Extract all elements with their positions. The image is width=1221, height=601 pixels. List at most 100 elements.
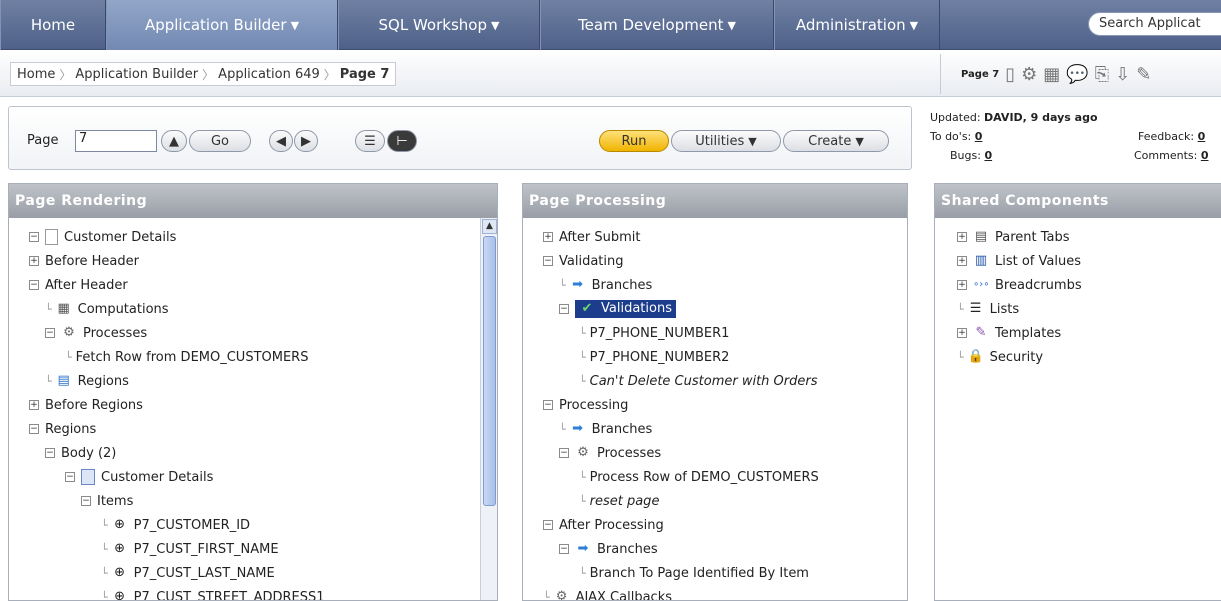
tree-node[interactable]: └ reset page — [579, 490, 659, 512]
tree-node[interactable]: └ ⚙ AJAX Callbacks — [543, 586, 672, 600]
expand-icon[interactable]: + — [957, 328, 967, 338]
list-of-values-icon: ▥ — [974, 253, 988, 268]
expand-icon[interactable]: + — [957, 280, 967, 290]
tree-view-button[interactable]: ⊢ — [387, 130, 417, 152]
breadcrumb-application-builder[interactable]: Application Builder — [75, 67, 198, 82]
next-page-button[interactable]: ▶ — [294, 130, 318, 152]
tree-node[interactable]: + ✎ Templates — [957, 322, 1061, 344]
tree-node[interactable]: + Before Regions — [29, 394, 143, 416]
tree-node[interactable]: └ P7_PHONE_NUMBER1 — [579, 322, 729, 344]
tab-application-builder[interactable]: Application Builder ▼ — [106, 0, 338, 50]
tree-node[interactable]: └ 🔒 Security — [957, 346, 1043, 368]
tree-node[interactable]: └ ⊕ P7_CUSTOMER_ID — [101, 514, 250, 536]
tree-node[interactable]: └ Can't Delete Customer with Orders — [579, 370, 818, 392]
tree-node[interactable]: − Body (2) — [45, 442, 116, 464]
collapse-icon[interactable]: − — [45, 448, 55, 458]
tree-node[interactable]: − ⚙ Processes — [45, 322, 147, 344]
tree-node[interactable]: − Regions — [29, 418, 96, 440]
go-button[interactable]: Go — [189, 130, 251, 152]
collapse-icon[interactable]: − — [45, 328, 55, 338]
breadcrumb-application[interactable]: Application 649 — [218, 67, 320, 82]
tree-node[interactable]: └ ▤ Regions — [45, 370, 129, 392]
feedback-link[interactable]: 0 — [1198, 130, 1206, 143]
tab-application-builder-label: Application Builder — [144, 16, 287, 34]
tree-node[interactable]: − ➡ Branches — [559, 538, 658, 560]
tree-node[interactable]: + ▤ Parent Tabs — [957, 226, 1070, 248]
scroll-up-icon[interactable]: ▲ — [482, 219, 497, 234]
selected-node[interactable]: ✔ Validations — [575, 300, 676, 318]
tree-node[interactable]: − Customer Details — [29, 226, 176, 248]
tree-node[interactable]: └ ➡ Branches — [559, 418, 652, 440]
expand-icon[interactable]: + — [957, 232, 967, 242]
todos-link[interactable]: 0 — [975, 130, 983, 143]
tree-node[interactable]: − ⚙ Processes — [559, 442, 661, 464]
comment-icon[interactable]: 💬 — [1066, 64, 1088, 85]
tab-administration[interactable]: Administration ▼ — [774, 0, 940, 50]
tree-node[interactable]: └ ⊕ P7_CUST_STREET_ADDRESS1 — [101, 586, 325, 601]
list-view-button[interactable]: ☰ — [355, 130, 385, 152]
collapse-icon[interactable]: − — [543, 256, 553, 266]
expand-icon[interactable]: + — [543, 232, 553, 242]
comments-link[interactable]: 0 — [1201, 149, 1209, 162]
tree-node[interactable]: └ P7_PHONE_NUMBER2 — [579, 346, 729, 368]
tree-node[interactable]: − After Processing — [543, 514, 664, 536]
scrollbar-thumb[interactable] — [483, 236, 496, 506]
collapse-icon[interactable]: − — [559, 544, 569, 554]
scrollbar[interactable]: ▲ — [480, 218, 497, 600]
collapse-icon[interactable]: − — [559, 304, 569, 314]
search-input[interactable]: Search Applicat — [1088, 12, 1221, 36]
tree-node[interactable]: − Processing — [543, 394, 628, 416]
tree-node[interactable]: └ ☰ Lists — [957, 298, 1019, 320]
expand-icon[interactable]: + — [957, 256, 967, 266]
collapse-icon[interactable]: − — [29, 232, 39, 242]
tabs-icon: ▤ — [974, 229, 988, 244]
copy-icon[interactable]: ⎘ — [1095, 64, 1109, 85]
page-lov-button[interactable]: ▲ — [161, 130, 187, 152]
tree-node[interactable]: + ∘›∘ Breadcrumbs — [957, 274, 1082, 296]
bugs-link[interactable]: 0 — [984, 149, 992, 162]
tree-node[interactable]: + Before Header — [29, 250, 139, 272]
tree-node[interactable]: − Items — [81, 490, 133, 512]
tree-node[interactable]: + After Submit — [543, 226, 640, 248]
lock-page-icon[interactable]: ▯ — [1005, 64, 1015, 85]
edit-icon[interactable]: ✎ — [1136, 64, 1151, 85]
tree-node[interactable]: + ▥ List of Values — [957, 250, 1081, 272]
create-button[interactable]: Create ▼ — [783, 130, 889, 152]
tab-sql-workshop[interactable]: SQL Workshop ▼ — [338, 0, 540, 50]
expand-icon[interactable]: + — [29, 400, 39, 410]
comments: Comments: 0 — [1134, 146, 1209, 165]
tree-node[interactable]: └ Branch To Page Identified By Item — [579, 562, 809, 584]
todos-row: To do's: 0 Feedback: 0 — [930, 127, 1221, 146]
previous-page-button[interactable]: ◀ — [269, 130, 293, 152]
tree-node[interactable]: − Validating — [543, 250, 624, 272]
tab-home[interactable]: Home — [0, 0, 106, 50]
tree-node[interactable]: − ✔ Validations — [559, 298, 676, 320]
expand-icon[interactable]: + — [29, 256, 39, 266]
gear-icon[interactable]: ⚙ — [1021, 64, 1037, 85]
collapse-icon[interactable]: − — [543, 400, 553, 410]
tree-node[interactable]: └ ▦ Computations — [45, 298, 169, 320]
page-number-input[interactable]: 7 — [75, 130, 157, 152]
tree-node[interactable]: − Customer Details — [65, 466, 213, 488]
tree-node[interactable]: └ ⊕ P7_CUST_FIRST_NAME — [101, 538, 279, 560]
collapse-icon[interactable]: − — [65, 472, 75, 482]
arrow-down-icon[interactable]: ⇩ — [1115, 64, 1130, 85]
collapse-icon[interactable]: − — [81, 496, 91, 506]
tree-node[interactable]: └ ➡ Branches — [559, 274, 652, 296]
run-button[interactable]: Run — [599, 130, 669, 152]
grid-icon[interactable]: ▦ — [1043, 64, 1060, 85]
collapse-icon[interactable]: − — [29, 280, 39, 290]
tree-branch-line: └ — [101, 590, 108, 601]
collapse-icon[interactable]: − — [559, 448, 569, 458]
breadcrumb-home[interactable]: Home — [17, 67, 55, 82]
collapse-icon[interactable]: − — [29, 424, 39, 434]
tab-team-development[interactable]: Team Development ▼ — [540, 0, 774, 50]
utilities-button[interactable]: Utilities ▼ — [671, 130, 781, 152]
breadcrumb: Home 〉 Application Builder 〉 Application… — [10, 62, 397, 86]
tree-branch-line: └ — [579, 470, 586, 484]
tree-node[interactable]: − After Header — [29, 274, 128, 296]
tree-node[interactable]: └ Process Row of DEMO_CUSTOMERS — [579, 466, 819, 488]
tree-node[interactable]: └ Fetch Row from DEMO_CUSTOMERS — [65, 346, 308, 368]
tree-node[interactable]: └ ⊕ P7_CUST_LAST_NAME — [101, 562, 275, 584]
collapse-icon[interactable]: − — [543, 520, 553, 530]
